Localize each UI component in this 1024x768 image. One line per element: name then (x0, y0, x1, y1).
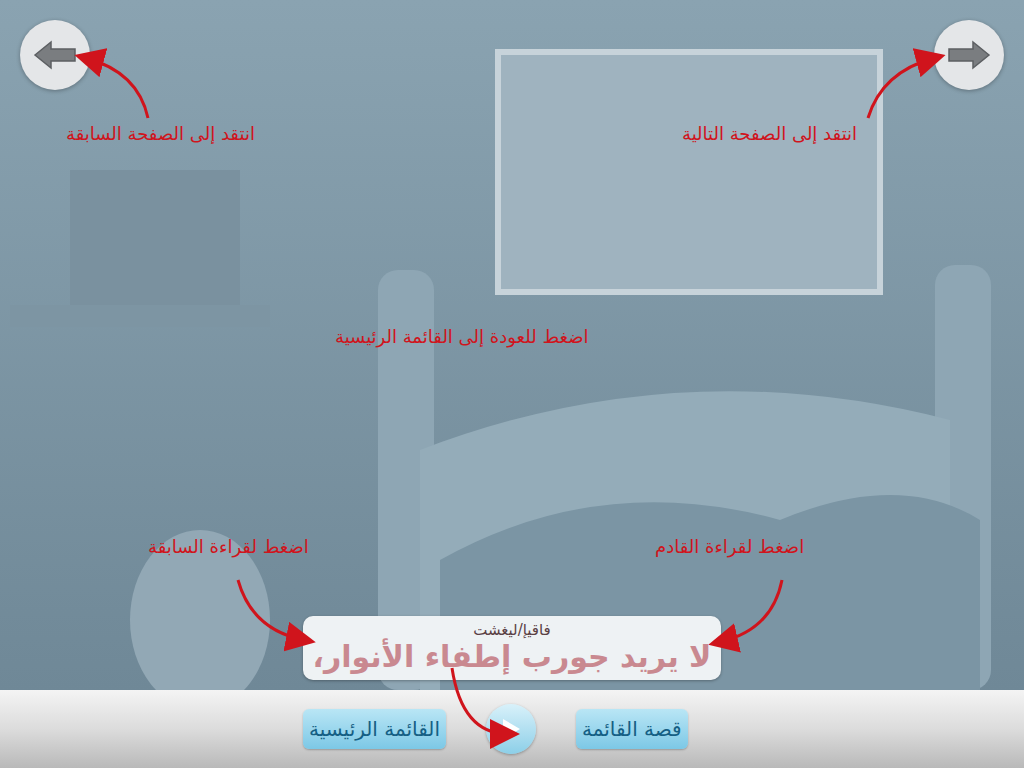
annotation-arrow-icon (720, 580, 782, 642)
previous-page-button[interactable] (20, 20, 90, 90)
annotation-arrow-icon (452, 668, 508, 734)
main-menu-button[interactable]: القائمة الرئيسية (303, 709, 446, 749)
annotation-arrows (0, 0, 1024, 768)
story-app: فاقيإ/ليغشتلا يريد جورب إطفاء الأنوار، ال… (0, 0, 1024, 768)
help-annotation: اضغط لقراءة السابقة (148, 535, 309, 558)
right-arrow-icon (947, 40, 991, 70)
caption-box: فاقيإ/ليغشتلا يريد جورب إطفاء الأنوار، (303, 616, 721, 680)
story-menu-button[interactable]: قصة القائمة (576, 709, 688, 749)
next-page-button[interactable] (934, 20, 1004, 90)
annotation-arrow-icon (238, 580, 304, 640)
play-icon (500, 717, 522, 741)
help-annotation: انتقد إلى الصفحة التالية (682, 122, 857, 145)
annotation-arrow-icon (868, 58, 934, 118)
audio-toggle[interactable]: فاقيإ/ليغشت (473, 621, 551, 639)
left-arrow-icon (33, 40, 77, 70)
caption-text: لا يريد جورب إطفاء الأنوار، (313, 639, 712, 675)
bottom-toolbar: القائمة الرئيسية قصة القائمة (0, 690, 1024, 768)
page-navigation (0, 0, 1024, 90)
annotation-arrow-icon (86, 58, 148, 118)
play-button[interactable] (486, 704, 536, 754)
help-annotation: انتقد إلى الصفحة السابقة (66, 122, 255, 145)
help-annotation: اضغط للعودة إلى القائمة الرئيسية (335, 325, 588, 348)
help-annotation: اضغط لقراءة القادم (655, 535, 804, 558)
